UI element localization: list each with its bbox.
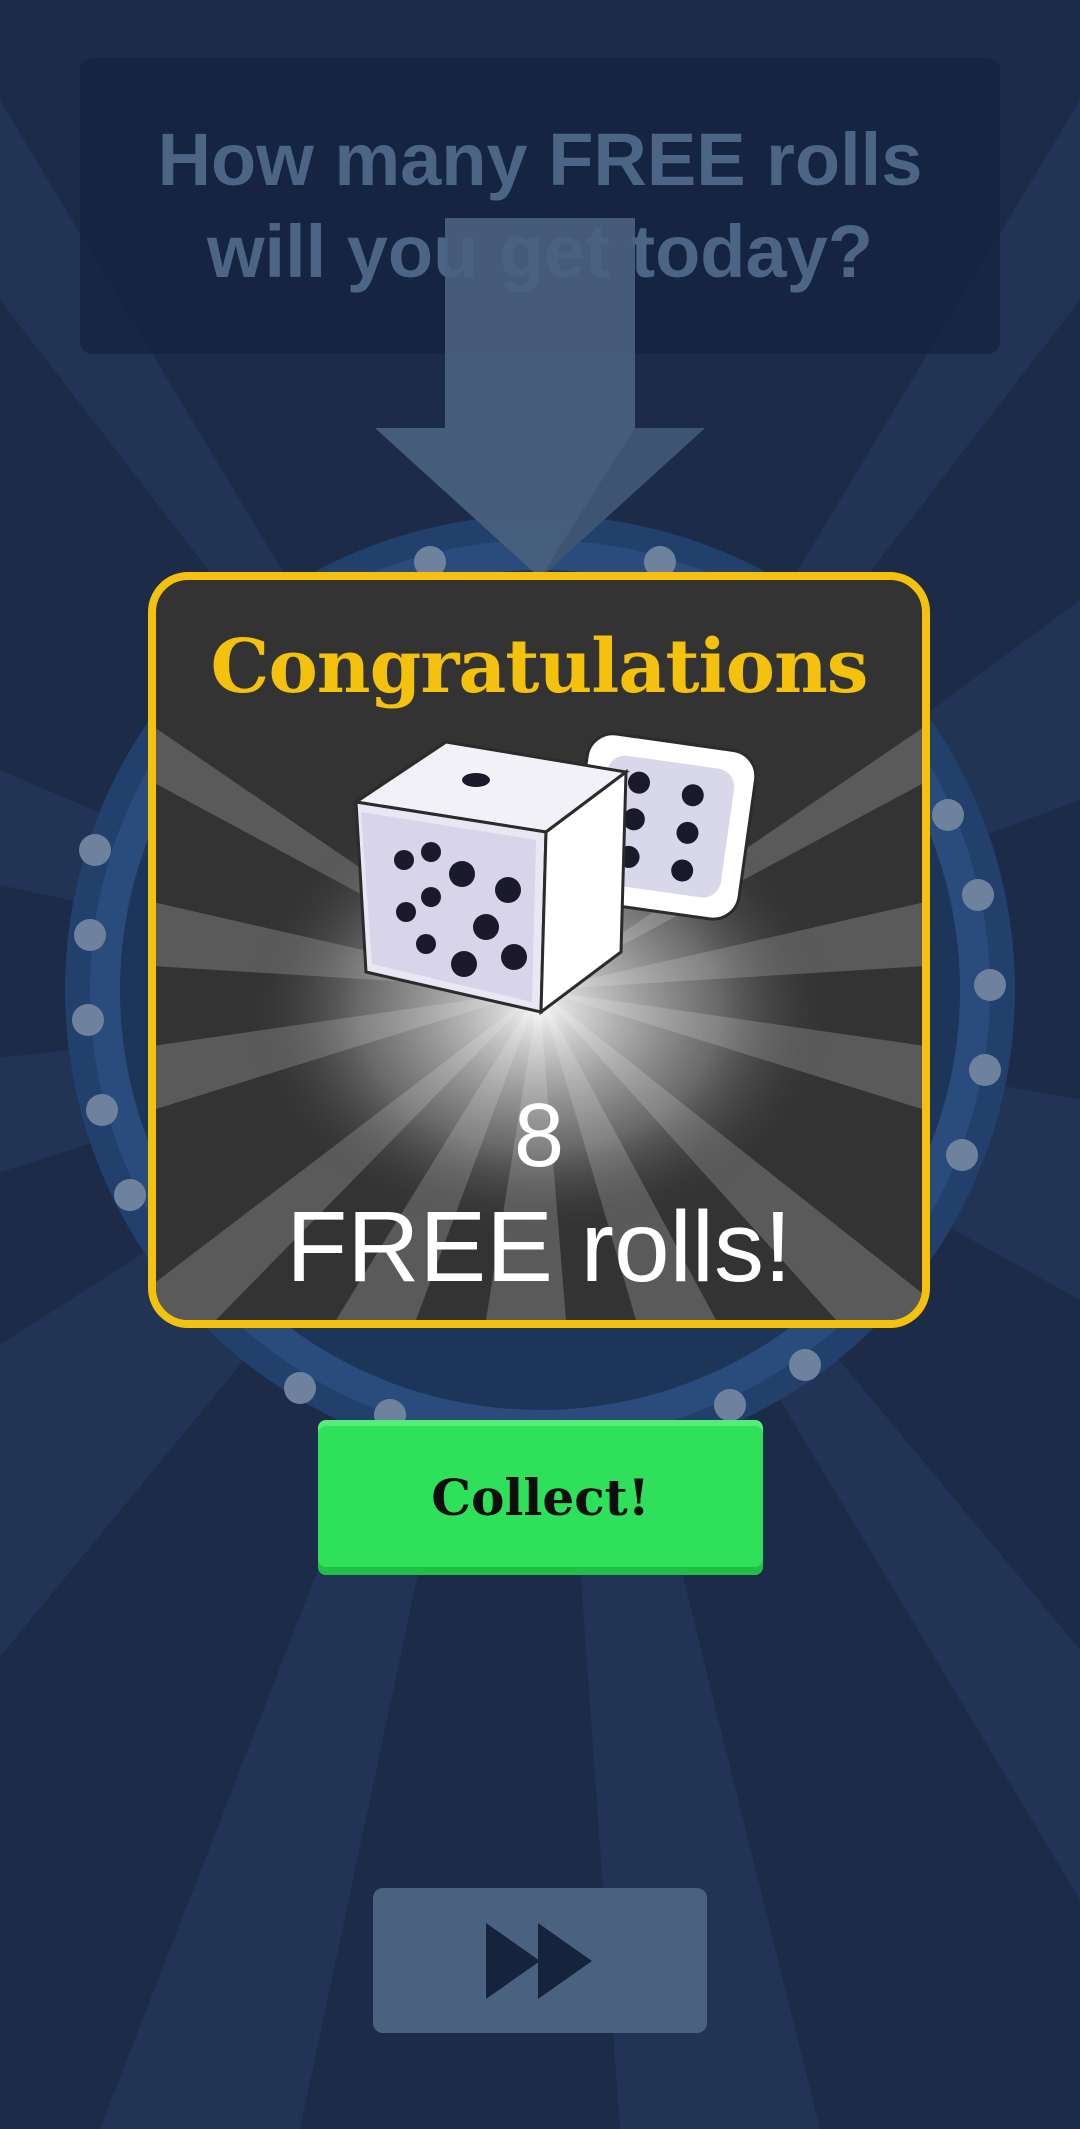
skip-button[interactable] xyxy=(373,1888,707,2033)
collect-button[interactable]: Collect! xyxy=(318,1420,763,1575)
fast-forward-icon xyxy=(486,1922,592,1999)
reward-count: 8 xyxy=(513,1086,565,1186)
congratulations-title: Congratulations xyxy=(210,624,869,710)
dice-icon xyxy=(351,732,756,1016)
reward-modal: Congratulations 8 FREE rolls! xyxy=(148,572,930,1328)
collect-button-label: Collect! xyxy=(431,1468,650,1527)
reward-label: FREE rolls! xyxy=(286,1191,792,1303)
wheel-pointer-arrow xyxy=(375,218,705,578)
